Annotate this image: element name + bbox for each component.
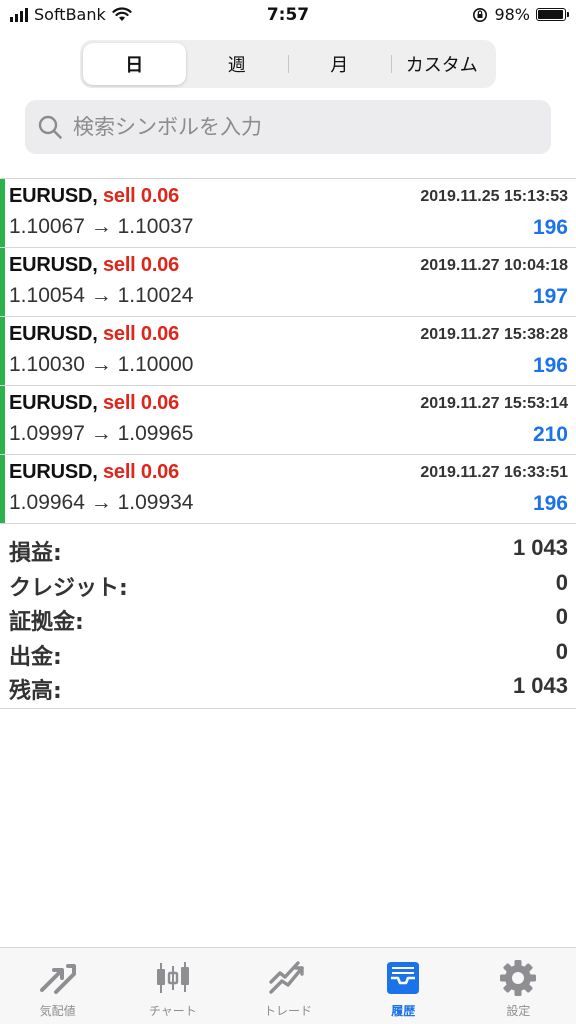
chart-icon — [156, 962, 189, 993]
period-segmented-control: 日 週 月 カスタム — [80, 40, 496, 88]
quotes-icon — [39, 964, 76, 994]
tab-trade[interactable]: トレード — [230, 948, 345, 1024]
summary-row-profit: 損益: 1 043 — [0, 533, 576, 568]
tab-history[interactable]: 履歴 — [346, 948, 461, 1024]
tab-quotes[interactable]: 気配値 — [0, 948, 115, 1024]
summary-row-withdrawal: 出金: 0 — [0, 637, 576, 672]
trade-symbol: EURUSD, — [9, 185, 98, 207]
trade-icon — [269, 961, 304, 994]
battery-percent: 98% — [494, 5, 530, 24]
trade-status-bar — [0, 179, 5, 247]
symbol-search-input[interactable] — [71, 114, 515, 140]
tab-label: 気配値 — [39, 1004, 76, 1018]
trade-history-list: EURUSD, sell 0.06 2019.11.25 15:13:53 1.… — [0, 178, 576, 524]
trade-status-bar — [0, 248, 5, 316]
summary-row-balance: 残高: 1 043 — [0, 671, 576, 706]
trade-symbol: EURUSD, — [9, 254, 98, 276]
search-icon — [38, 115, 62, 139]
tab-settings[interactable]: 設定 — [461, 948, 576, 1024]
trade-status-bar — [0, 455, 5, 523]
search-bar — [25, 100, 551, 154]
trade-time: 2019.11.25 15:13:53 — [420, 188, 568, 205]
summary-label: 残高: — [9, 679, 62, 704]
trade-profit: 196 — [532, 354, 568, 377]
trade-side: sell 0.06 — [102, 254, 180, 276]
trade-profit: 196 — [532, 492, 568, 515]
trade-side: sell 0.06 — [102, 392, 180, 414]
summary-value: 1 043 — [512, 673, 568, 698]
trade-prices: 1.10030 → 1.10000 — [9, 353, 194, 376]
summary-row-margin: 証拠金: 0 — [0, 602, 576, 637]
trade-symbol: EURUSD, — [9, 392, 98, 414]
battery-icon — [536, 8, 569, 21]
trade-prices: 1.10067 → 1.10037 — [9, 215, 194, 238]
tab-chart[interactable]: チャート — [115, 948, 230, 1024]
bottom-tab-bar: 気配値 チャート トレード 履歴 設定 — [0, 947, 576, 1024]
summary-value: 1 043 — [512, 535, 568, 560]
trade-prices: 1.10054 → 1.10024 — [9, 284, 194, 307]
summary-label: 損益: — [9, 541, 62, 566]
trade-row[interactable]: EURUSD, sell 0.06 2019.11.27 15:53:14 1.… — [0, 386, 576, 455]
tab-custom[interactable]: カスタム — [390, 43, 494, 85]
summary-label: 証拠金: — [9, 610, 84, 635]
trade-time: 2019.11.27 16:33:51 — [420, 464, 568, 481]
trade-side: sell 0.06 — [102, 185, 180, 207]
trade-title: EURUSD, sell 0.06 — [9, 254, 179, 277]
summary-value: 0 — [555, 604, 568, 629]
trade-prices: 1.09997 → 1.09965 — [9, 422, 194, 445]
history-icon — [387, 962, 420, 994]
trade-status-bar — [0, 317, 5, 385]
status-bar: SoftBank 7:57 98% — [0, 0, 576, 32]
tab-day[interactable]: 日 — [83, 43, 186, 85]
summary-value: 0 — [555, 569, 568, 595]
trade-profit: 196 — [532, 216, 568, 239]
trade-title: EURUSD, sell 0.06 — [9, 392, 179, 415]
tab-week[interactable]: 週 — [186, 43, 289, 85]
trade-row[interactable]: EURUSD, sell 0.06 2019.11.27 15:38:28 1.… — [0, 317, 576, 386]
trade-time: 2019.11.27 15:38:28 — [420, 326, 568, 343]
trade-title: EURUSD, sell 0.06 — [9, 461, 179, 484]
trade-row[interactable]: EURUSD, sell 0.06 2019.11.27 10:04:18 1.… — [0, 248, 576, 317]
trade-profit: 210 — [532, 423, 568, 446]
settings-icon — [500, 960, 537, 996]
trade-row[interactable]: EURUSD, sell 0.06 2019.11.25 15:13:53 1.… — [0, 179, 576, 248]
rotation-lock-icon — [473, 7, 488, 22]
summary-value: 0 — [555, 638, 568, 664]
tab-label: トレード — [264, 1004, 313, 1018]
trade-prices: 1.09964 → 1.09934 — [9, 491, 194, 514]
tab-label: チャート — [148, 1004, 197, 1018]
trade-symbol: EURUSD, — [9, 323, 98, 345]
trade-side: sell 0.06 — [102, 461, 180, 483]
summary-label: 出金: — [9, 644, 62, 670]
trade-profit: 197 — [532, 285, 568, 308]
tab-month[interactable]: 月 — [288, 43, 391, 85]
tab-label: 履歴 — [391, 1004, 416, 1018]
trade-row[interactable]: EURUSD, sell 0.06 2019.11.27 16:33:51 1.… — [0, 455, 576, 524]
trade-title: EURUSD, sell 0.06 — [9, 323, 179, 346]
status-right: 98% — [472, 5, 569, 24]
account-summary: 損益: 1 043 クレジット: 0 証拠金: 0 出金: 0 残高: 1 04… — [0, 533, 576, 709]
trade-time: 2019.11.27 15:53:14 — [420, 395, 568, 412]
trade-time: 2019.11.27 10:04:18 — [420, 257, 568, 274]
summary-row-credit: クレジット: 0 — [0, 568, 576, 603]
tab-label: 設定 — [506, 1004, 531, 1018]
trade-status-bar — [0, 386, 5, 454]
trade-title: EURUSD, sell 0.06 — [9, 185, 179, 208]
summary-label: クレジット: — [9, 575, 128, 601]
trade-symbol: EURUSD, — [9, 461, 98, 483]
trade-side: sell 0.06 — [102, 323, 180, 345]
